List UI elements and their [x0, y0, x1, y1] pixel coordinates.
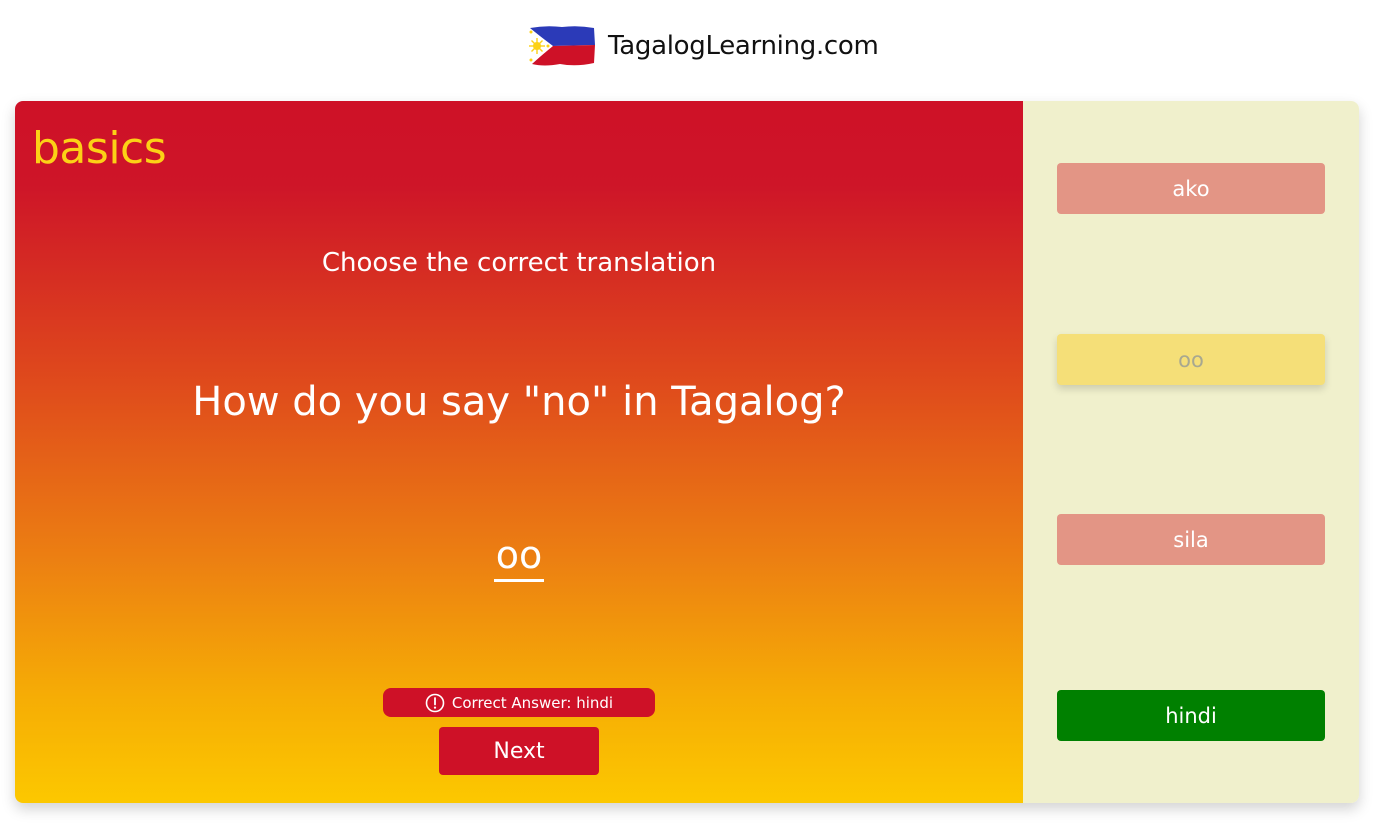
site-name: TagalogLearning.com [608, 31, 879, 61]
correct-answer-alert: Correct Answer: hindi [383, 688, 655, 717]
correct-answer-text: Correct Answer: hindi [451, 693, 614, 712]
selected-answer: oo [493, 534, 545, 582]
philippines-flag-icon [528, 26, 595, 66]
option-sila-button[interactable]: sila [1057, 514, 1325, 565]
question-text: How do you say "no" in Tagalog? [192, 379, 846, 425]
option-hindi-button[interactable]: hindi [1057, 690, 1325, 741]
alert-circle-icon [425, 693, 445, 712]
next-button[interactable]: Next [439, 727, 599, 775]
brand-logo-link[interactable]: TagalogLearning.com [526, 22, 879, 70]
selected-answer-area: oo [15, 534, 1023, 582]
question-panel: basics Choose the correct translation Ho… [15, 101, 1023, 803]
lesson-category: basics [32, 123, 167, 174]
site-header: TagalogLearning.com [0, 0, 1378, 92]
option-ako-button[interactable]: ako [1057, 163, 1325, 214]
quiz-card: basics Choose the correct translation Ho… [15, 101, 1359, 803]
option-oo-button[interactable]: oo [1057, 334, 1325, 385]
instruction-text: Choose the correct translation [321, 248, 717, 278]
options-panel: ako oo sila hindi [1023, 101, 1359, 803]
